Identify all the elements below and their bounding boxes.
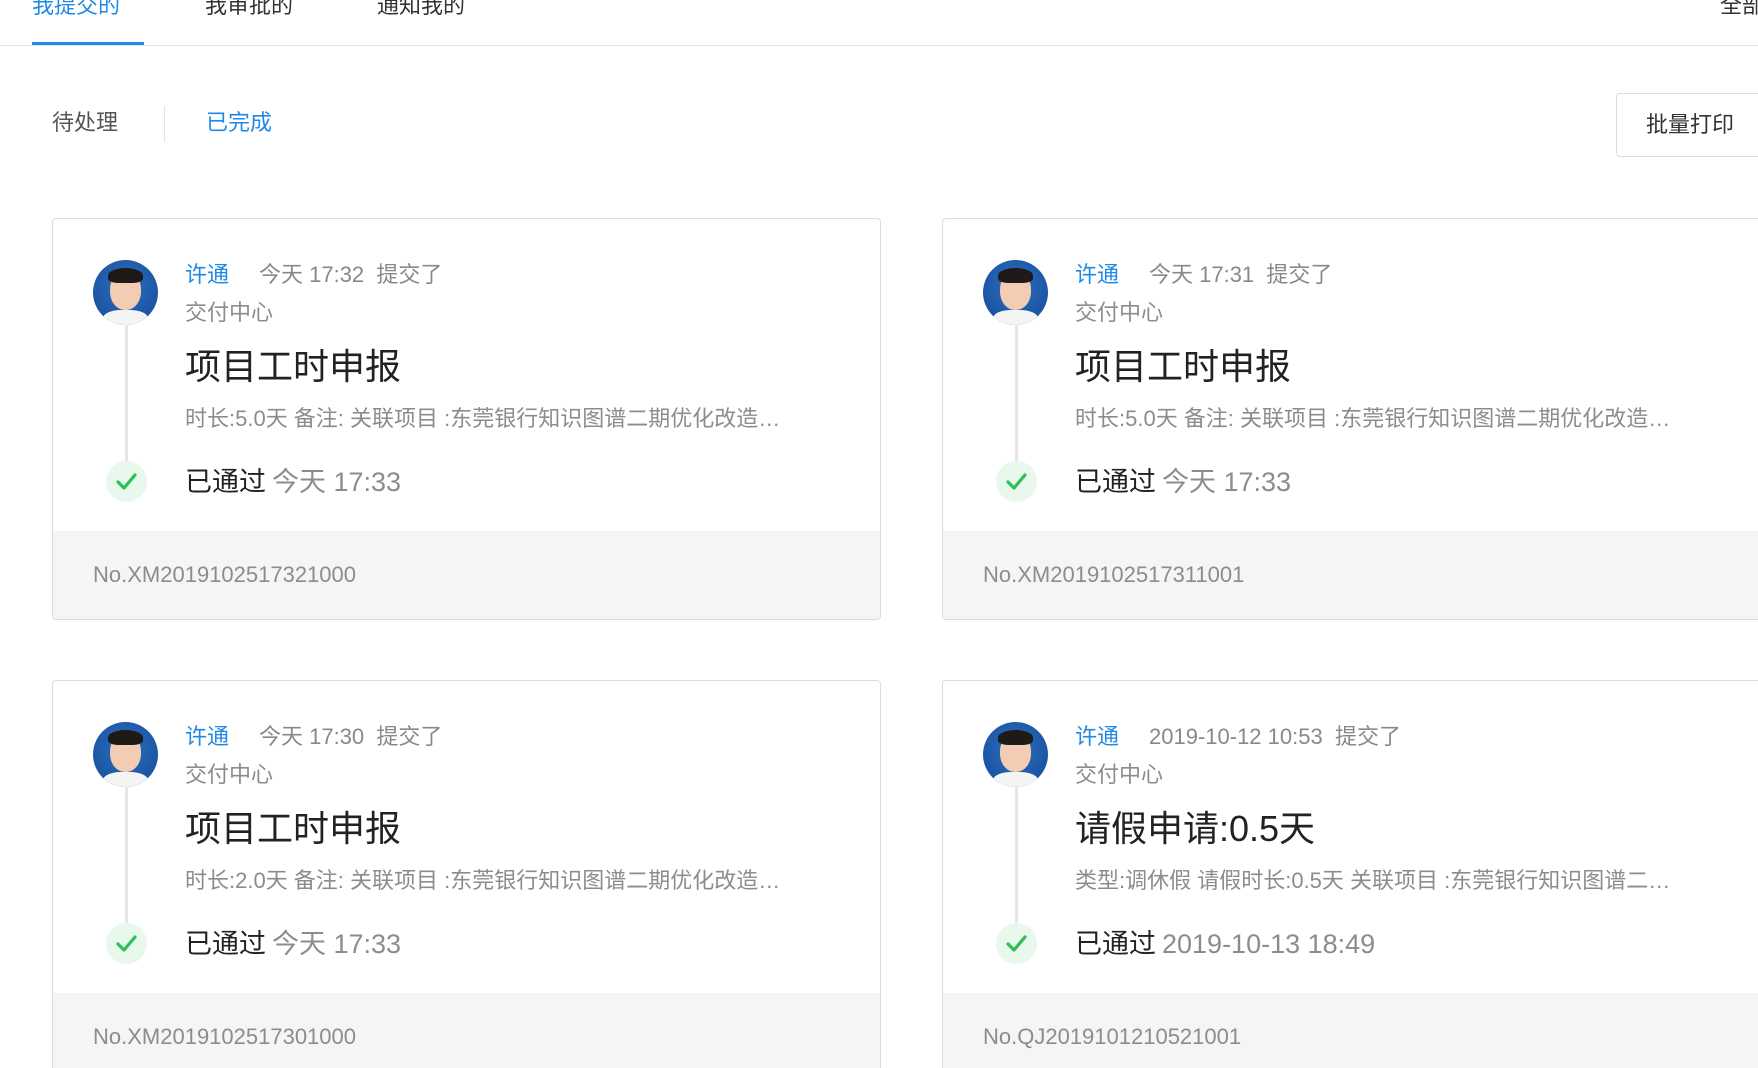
submitter-name[interactable]: 许通: [1075, 721, 1119, 753]
approval-status: 已通过 今天 17:33: [185, 467, 402, 497]
top-tab-bar: 我提交的 我审批的 通知我的 全部: [0, 0, 1758, 46]
card-footer: No.XM201910251732100​0: [53, 531, 880, 619]
timeline-line: [1015, 325, 1018, 465]
avatar: [93, 260, 158, 325]
check-icon: [106, 461, 147, 502]
batch-print-button[interactable]: 批量打印: [1616, 93, 1758, 157]
request-description: 时长:5.0天 备注: 关联项目 :东莞银行知识图谱二期优化改造…: [185, 406, 781, 431]
request-title: 项目工时申报: [185, 346, 402, 387]
approval-status: 已通过 今天 17:33: [1075, 467, 1292, 497]
approval-card[interactable]: 许通 今天 17:31 提交了 交付中心 项目工时申报 时长:5.0天 备注: …: [942, 218, 1758, 620]
check-icon: [996, 923, 1037, 964]
card-footer: No.XM2019102517311001: [943, 531, 1758, 619]
submit-time: 今天 17:30 提交了: [259, 724, 443, 749]
tab-approved[interactable]: 我审批的: [205, 0, 293, 46]
request-number: No.QJ2019101210521001: [983, 1024, 1242, 1049]
tab-notified[interactable]: 通知我的: [377, 0, 465, 46]
timeline-line: [1015, 787, 1018, 927]
filter-completed[interactable]: 已完成: [206, 108, 272, 138]
tab-all[interactable]: 全部: [1720, 0, 1758, 26]
submit-time: 今天 17:32 提交了: [259, 262, 443, 287]
approval-card[interactable]: 许通 今天 17:32 提交了 交付中心 项目工时申报 时长:5.0天 备注: …: [52, 218, 881, 620]
department: 交付中心: [1075, 762, 1164, 787]
request-number: No.XM201910251732100​0: [93, 562, 357, 587]
tab-submitted[interactable]: 我提交的: [32, 0, 120, 46]
submitter-name[interactable]: 许通: [185, 721, 229, 753]
request-number: No.XM2019102517311001: [983, 562, 1245, 587]
department: 交付中心: [1075, 300, 1164, 325]
filter-divider: [164, 106, 165, 142]
department: 交付中心: [185, 300, 274, 325]
approval-page: 我提交的 我审批的 通知我的 全部 待处理 已完成 批量打印 许通 今天 17:…: [0, 0, 1758, 1068]
request-description: 时长:2.0天 备注: 关联项目 :东莞银行知识图谱二期优化改造…: [185, 868, 781, 893]
filter-pending[interactable]: 待处理: [52, 108, 118, 138]
request-title: 请假申请:0.5天: [1075, 808, 1316, 849]
card-footer: No.QJ2019101210521001: [943, 993, 1758, 1068]
approval-card[interactable]: 许通 今天 17:30 提交了 交付中心 项目工时申报 时长:2.0天 备注: …: [52, 680, 881, 1068]
submit-time: 2019-10-12 10:53 提交了: [1149, 724, 1401, 749]
submitter-name[interactable]: 许通: [1075, 259, 1119, 291]
submit-time: 今天 17:31 提交了: [1149, 262, 1333, 287]
check-icon: [106, 923, 147, 964]
department: 交付中心: [185, 762, 274, 787]
request-title: 项目工时申报: [1075, 346, 1292, 387]
submitter-name[interactable]: 许通: [185, 259, 229, 291]
request-description: 时长:5.0天 备注: 关联项目 :东莞银行知识图谱二期优化改造…: [1075, 406, 1671, 431]
request-title: 项目工时申报: [185, 808, 402, 849]
approval-card[interactable]: 许通 2019-10-12 10:53 提交了 交付中心 请假申请:0.5天 类…: [942, 680, 1758, 1068]
card-footer: No.XM2019102517301000: [53, 993, 880, 1068]
avatar: [983, 260, 1048, 325]
check-icon: [996, 461, 1037, 502]
active-tab-indicator: [32, 42, 144, 45]
avatar: [93, 722, 158, 787]
timeline-line: [125, 325, 128, 465]
approval-status: 已通过 2019-10-13 18:49: [1075, 929, 1376, 959]
avatar: [983, 722, 1048, 787]
request-number: No.XM2019102517301000: [93, 1024, 357, 1049]
timeline-line: [125, 787, 128, 927]
approval-status: 已通过 今天 17:33: [185, 929, 402, 959]
request-description: 类型:调休假 请假时长:0.5天 关联项目 :东莞银行知识图谱二…: [1075, 868, 1671, 893]
